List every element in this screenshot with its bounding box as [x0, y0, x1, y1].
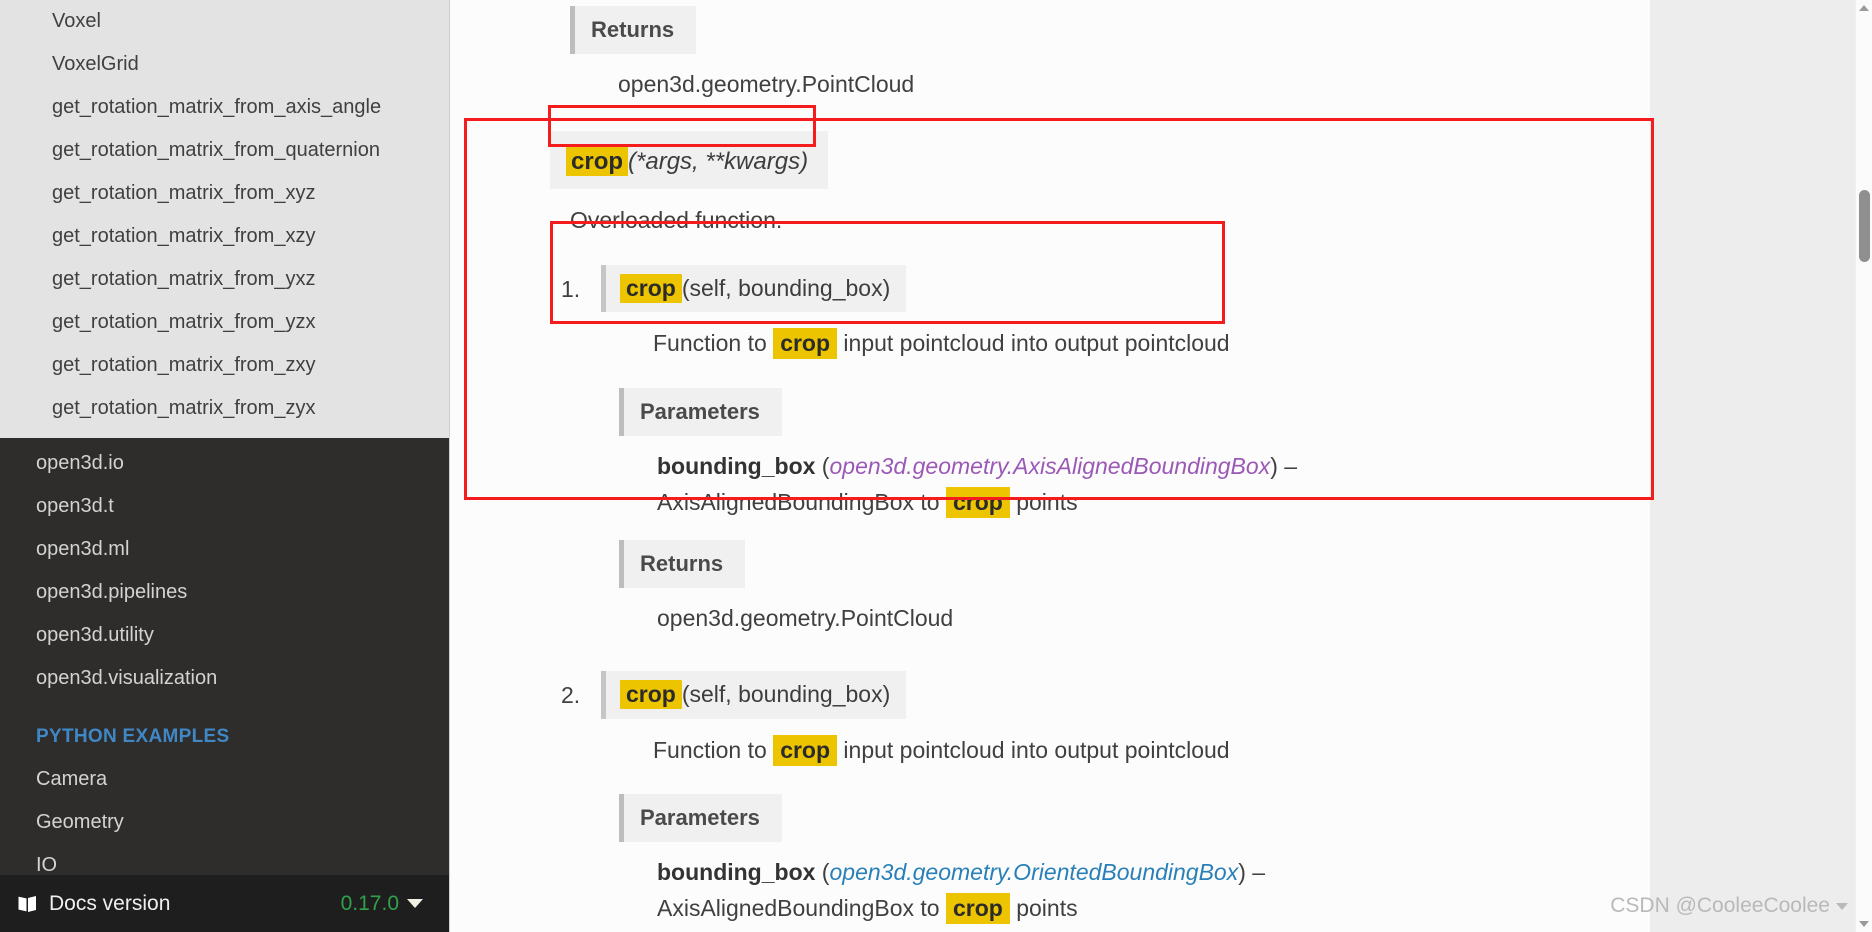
overload-1-returns-header: Returns	[619, 540, 746, 589]
sidebar-item-get-rotation-matrix-from-yxz[interactable]: get_rotation_matrix_from_yxz	[0, 258, 449, 301]
overload-item-2: crop (self, bounding_box) Function to cro…	[545, 670, 1650, 932]
sidebar-item-get-rotation-matrix-from-xyz[interactable]: get_rotation_matrix_from_xyz	[0, 172, 449, 215]
overload-1-args: (self, bounding_box)	[681, 274, 891, 301]
sidebar-item-open3d-ml[interactable]: open3d.ml	[0, 528, 449, 571]
watermark-caret-icon	[1836, 902, 1848, 910]
main-content: Returns open3d.geometry.PointCloud crop(…	[450, 0, 1872, 932]
overload-2-desc-highlight: crop	[773, 734, 838, 766]
sidebar-caption-python-examples: PYTHON EXAMPLES	[36, 726, 230, 747]
overload-1-desc-highlight: crop	[773, 328, 838, 360]
overload-2-signature[interactable]: crop (self, bounding_box)	[601, 670, 907, 719]
crop-signature-block: crop (*args, **kwargs)	[450, 109, 1650, 189]
overload-1-parameter-row: bounding_box (open3d.geometry.AxisAligne…	[619, 436, 1519, 526]
sidebar-item-voxel[interactable]: Voxel	[0, 0, 449, 43]
overload-list: crop (self, bounding_box) Function to cro…	[545, 264, 1650, 932]
overload-1-desc-after: input pointcloud into output pointcloud	[837, 330, 1230, 357]
overload-1-description: Function to crop input pointcloud into o…	[601, 312, 1650, 362]
overload-2-name: crop	[620, 679, 682, 709]
overload-item-1: crop (self, bounding_box) Function to cro…	[545, 264, 1650, 643]
crop-signature-args: (*args, **kwargs)	[628, 147, 809, 175]
book-icon	[16, 894, 38, 914]
sidebar-navigation: Voxel VoxelGrid get_rotation_matrix_from…	[0, 0, 450, 932]
sidebar-item-io[interactable]: IO	[0, 844, 449, 875]
overload-1-parameters-block: Parameters bounding_box (open3d.geometry…	[601, 362, 1650, 526]
overload-2-desc-after: input pointcloud into output pointcloud	[837, 736, 1230, 763]
sidebar-item-open3d-visualization[interactable]: open3d.visualization	[0, 657, 449, 700]
crop-signature-name: crop	[566, 146, 629, 176]
sidebar-item-open3d-pipelines[interactable]: open3d.pipelines	[0, 571, 449, 614]
right-gutter	[1650, 0, 1856, 932]
overload-2-desc-before: Function to	[653, 736, 774, 763]
overload-2-parameters-header: Parameters	[619, 794, 782, 843]
overload-1-signature[interactable]: crop (self, bounding_box)	[601, 264, 907, 313]
docs-version-bar[interactable]: Docs version 0.17.0	[0, 875, 449, 932]
overload-1-name: crop	[620, 273, 682, 303]
overload-1-param-type-link[interactable]: open3d.geometry.AxisAlignedBoundingBox	[829, 453, 1270, 479]
overload-1-param-desc-highlight: crop	[945, 486, 1010, 518]
sidebar-item-camera[interactable]: Camera	[0, 758, 449, 801]
api-documentation-body: Returns open3d.geometry.PointCloud crop(…	[450, 0, 1650, 932]
sidebar-item-get-rotation-matrix-from-zyx[interactable]: get_rotation_matrix_from_zyx	[0, 387, 449, 430]
documentation-page: Voxel VoxelGrid get_rotation_matrix_from…	[0, 0, 1872, 932]
csdn-watermark-text: CSDN @CooleeCoolee	[1610, 894, 1830, 917]
crop-signature[interactable]: crop (*args, **kwargs)	[550, 130, 829, 189]
overload-1-parameters-header: Parameters	[619, 387, 782, 436]
overload-2-parameter-row: bounding_box (open3d.geometry.OrientedBo…	[619, 842, 1519, 932]
overload-1-returns-value: open3d.geometry.PointCloud	[657, 605, 954, 632]
docs-version-label-group: Docs version	[16, 892, 341, 916]
returns-header: Returns	[570, 6, 697, 55]
overloaded-note: Overloaded function.	[570, 206, 783, 233]
returns-value: open3d.geometry.PointCloud	[618, 71, 915, 98]
overload-2-param-name: bounding_box	[657, 859, 816, 886]
sidebar-item-geometry[interactable]: Geometry	[0, 801, 449, 844]
scrollbar-thumb[interactable]	[1859, 190, 1870, 262]
overload-1-param-name: bounding_box	[657, 452, 816, 479]
docs-version-label: Docs version	[49, 891, 171, 915]
sidebar-item-get-rotation-matrix-from-axis-angle[interactable]: get_rotation_matrix_from_axis_angle	[0, 86, 449, 129]
sidebar-item-get-rotation-matrix-from-quaternion[interactable]: get_rotation_matrix_from_quaternion	[0, 129, 449, 172]
scroll-down-arrow-icon[interactable]	[1859, 921, 1869, 927]
overload-1-desc-before: Function to	[653, 330, 774, 357]
overload-2-param-desc-after: points	[1009, 894, 1078, 921]
docs-version-selector[interactable]: 0.17.0	[341, 892, 423, 916]
sidebar-item-open3d-utility[interactable]: open3d.utility	[0, 614, 449, 657]
sidebar-group-api: Voxel VoxelGrid get_rotation_matrix_from…	[0, 0, 449, 438]
overload-2-args: (self, bounding_box)	[681, 680, 891, 707]
overload-2-param-type-link[interactable]: open3d.geometry.OrientedBoundingBox	[829, 859, 1238, 885]
overload-2-description: Function to crop input pointcloud into o…	[601, 719, 1650, 769]
overload-2-param-desc-highlight: crop	[945, 892, 1010, 924]
sidebar-group-modules: open3d.io open3d.t open3d.ml open3d.pipe…	[0, 438, 449, 875]
overload-2-parameters-block: Parameters bounding_box (open3d.geometry…	[601, 768, 1650, 932]
sidebar-item-get-rotation-matrix-from-zxy[interactable]: get_rotation_matrix_from_zxy	[0, 344, 449, 387]
sidebar-item-open3d-io[interactable]: open3d.io	[0, 442, 449, 485]
csdn-watermark: CSDN @CooleeCoolee	[1610, 894, 1848, 918]
sidebar-item-open3d-t[interactable]: open3d.t	[0, 485, 449, 528]
scroll-up-arrow-icon[interactable]	[1859, 5, 1869, 11]
top-returns-block: Returns open3d.geometry.PointCloud	[450, 0, 1650, 109]
chevron-down-icon	[407, 899, 423, 908]
docs-version-value: 0.17.0	[340, 891, 399, 915]
sidebar-scroll-area[interactable]: Voxel VoxelGrid get_rotation_matrix_from…	[0, 0, 449, 875]
sidebar-item-voxelgrid[interactable]: VoxelGrid	[0, 43, 449, 86]
vertical-scrollbar[interactable]	[1855, 0, 1872, 932]
overload-1-returns-block: Returns open3d.geometry.PointCloud	[601, 526, 1650, 643]
overload-1-param-desc-after: points	[1009, 488, 1078, 515]
sidebar-item-get-rotation-matrix-from-yzx[interactable]: get_rotation_matrix_from_yzx	[0, 301, 449, 344]
sidebar-item-get-rotation-matrix-from-xzy[interactable]: get_rotation_matrix_from_xzy	[0, 215, 449, 258]
